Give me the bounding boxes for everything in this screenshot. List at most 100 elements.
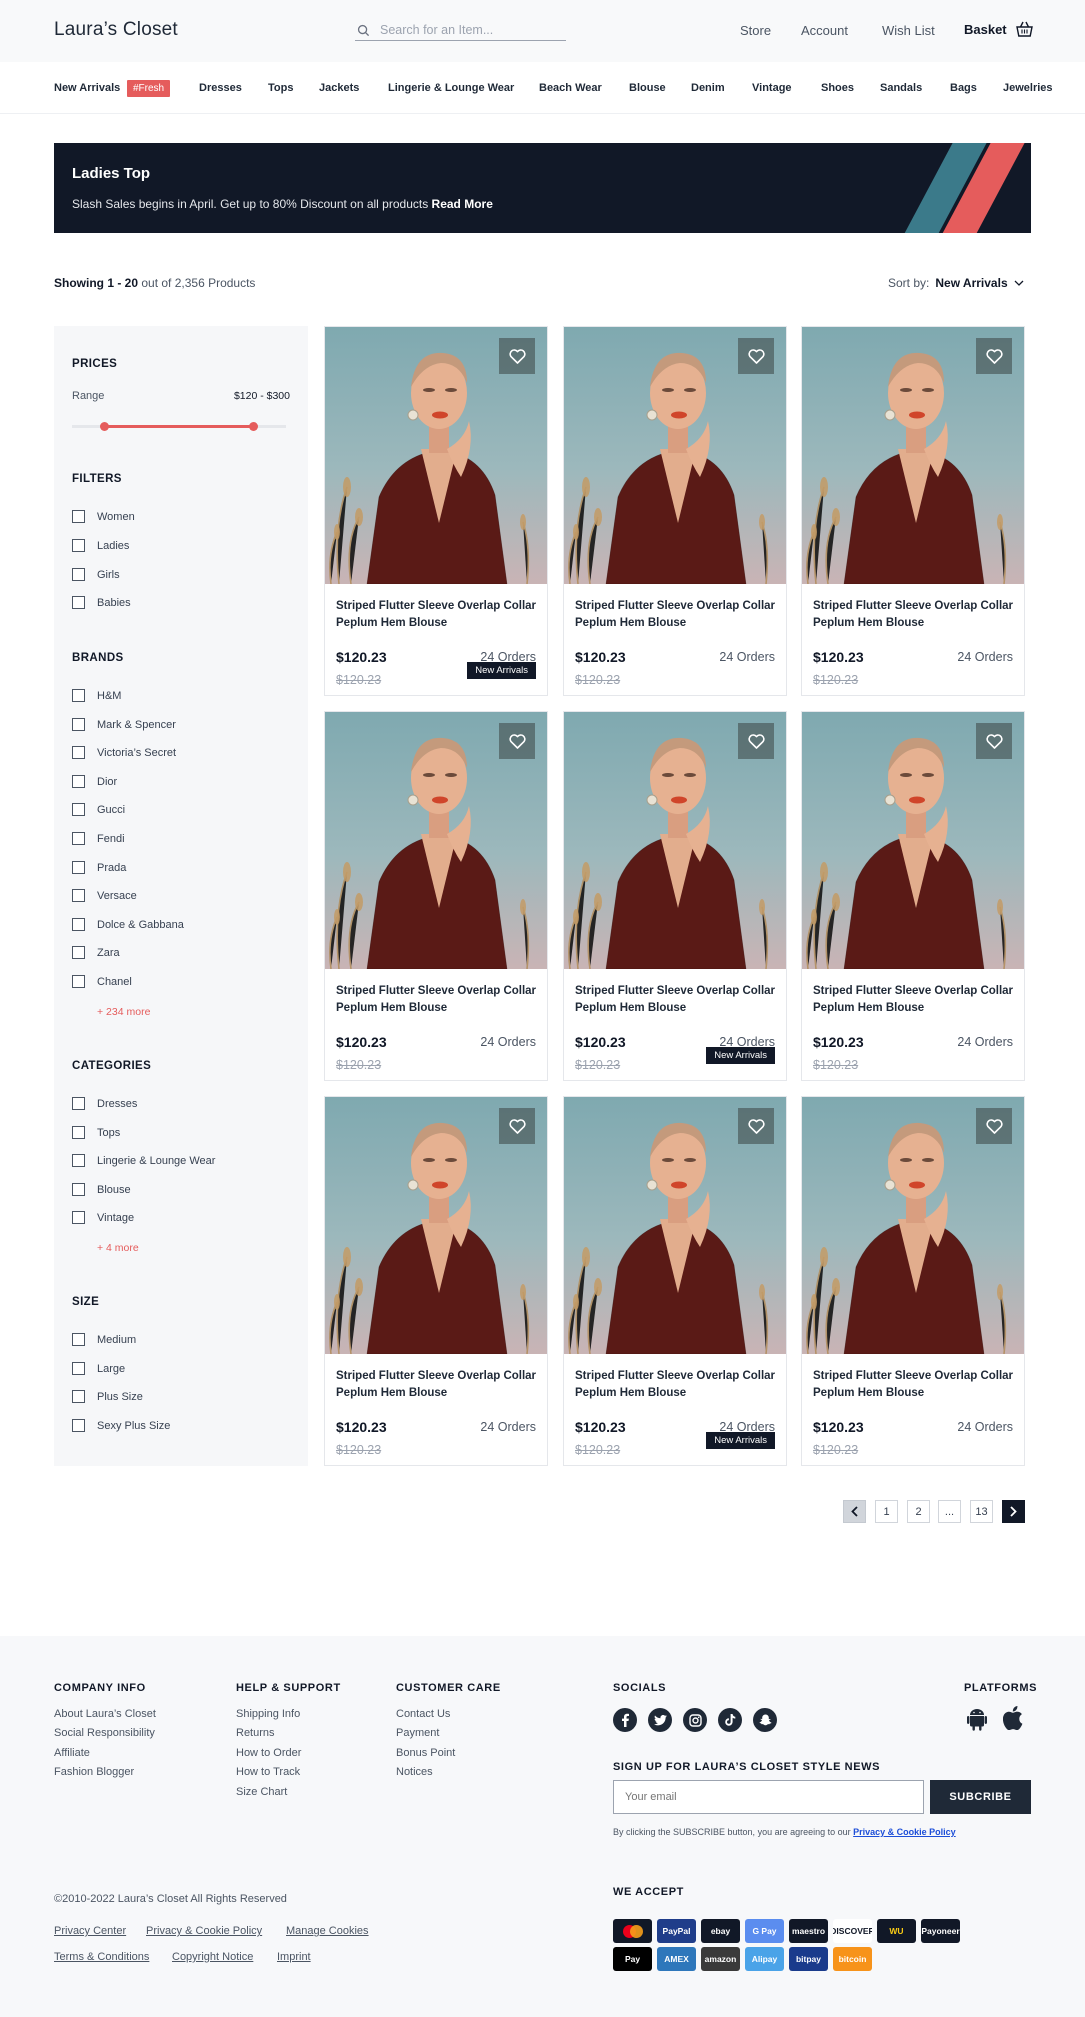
product-image-frame[interactable] bbox=[325, 712, 547, 969]
footer-link[interactable]: Bonus Point bbox=[396, 1747, 455, 1759]
product-card[interactable]: Striped Flutter Sleeve Overlap Collar Pe… bbox=[801, 711, 1025, 1081]
filter-checkbox-ladies[interactable]: Ladies bbox=[72, 539, 129, 552]
twitter-icon[interactable] bbox=[648, 1708, 672, 1732]
footer-link[interactable]: Notices bbox=[396, 1766, 433, 1778]
checkbox[interactable] bbox=[72, 803, 85, 816]
wishlist-button[interactable] bbox=[976, 1108, 1012, 1144]
wishlist-button[interactable] bbox=[738, 338, 774, 374]
category-jackets[interactable]: Jackets bbox=[319, 82, 359, 94]
footer-link[interactable]: Contact Us bbox=[396, 1708, 450, 1720]
footer-link[interactable]: Affiliate bbox=[54, 1747, 90, 1759]
product-image-frame[interactable] bbox=[325, 1097, 547, 1354]
nav-wish-list[interactable]: Wish List bbox=[882, 23, 935, 38]
checkbox[interactable] bbox=[72, 539, 85, 552]
footer-link[interactable]: Fashion Blogger bbox=[54, 1766, 134, 1778]
facebook-icon[interactable] bbox=[613, 1708, 637, 1732]
product-card[interactable]: Striped Flutter Sleeve Overlap Collar Pe… bbox=[563, 1096, 787, 1466]
checkbox[interactable] bbox=[72, 1419, 85, 1432]
brand-checkbox-prada[interactable]: Prada bbox=[72, 861, 126, 874]
footer-link[interactable]: How to Order bbox=[236, 1747, 301, 1759]
brand-checkbox-hm[interactable]: H&M bbox=[72, 689, 121, 702]
category-lingerie[interactable]: Lingerie & Lounge Wear bbox=[388, 82, 514, 94]
price-slider-low-handle[interactable] bbox=[99, 422, 109, 431]
product-image-frame[interactable] bbox=[564, 1097, 786, 1354]
brand-checkbox-victorias-secret[interactable]: Victoria’s Secret bbox=[72, 746, 176, 759]
checkbox[interactable] bbox=[72, 1390, 85, 1403]
checkbox[interactable] bbox=[72, 1154, 85, 1167]
category-dresses[interactable]: Dresses bbox=[199, 82, 242, 94]
brand-checkbox-mark-spencer[interactable]: Mark & Spencer bbox=[72, 718, 176, 731]
privacy-cookie-policy-link[interactable]: Privacy & Cookie Policy bbox=[146, 1925, 262, 1937]
product-title[interactable]: Striped Flutter Sleeve Overlap Collar Pe… bbox=[336, 1368, 541, 1402]
brand-checkbox-zara[interactable]: Zara bbox=[72, 946, 120, 959]
categories-more-link[interactable]: + 4 more bbox=[97, 1242, 139, 1254]
brand-checkbox-fendi[interactable]: Fendi bbox=[72, 832, 125, 845]
copyright-notice-link[interactable]: Copyright Notice bbox=[172, 1951, 253, 1963]
checkbox[interactable] bbox=[72, 596, 85, 609]
product-title[interactable]: Striped Flutter Sleeve Overlap Collar Pe… bbox=[813, 983, 1018, 1017]
basket-button[interactable]: Basket bbox=[964, 21, 1034, 38]
checkbox[interactable] bbox=[72, 889, 85, 902]
search-bar[interactable] bbox=[355, 20, 566, 41]
product-card[interactable]: Striped Flutter Sleeve Overlap Collar Pe… bbox=[324, 326, 548, 696]
wishlist-button[interactable] bbox=[499, 1108, 535, 1144]
brand-checkbox-gucci[interactable]: Gucci bbox=[72, 803, 125, 816]
checkbox[interactable] bbox=[72, 746, 85, 759]
product-image-frame[interactable] bbox=[564, 712, 786, 969]
wishlist-button[interactable] bbox=[499, 723, 535, 759]
tiktok-icon[interactable] bbox=[718, 1708, 742, 1732]
checkbox[interactable] bbox=[72, 1333, 85, 1346]
brand-checkbox-dolce-gabbana[interactable]: Dolce & Gabbana bbox=[72, 918, 184, 931]
category-vintage[interactable]: Vintage bbox=[752, 82, 792, 94]
checkbox[interactable] bbox=[72, 832, 85, 845]
footer-link[interactable]: Returns bbox=[236, 1727, 275, 1739]
instagram-icon[interactable] bbox=[683, 1708, 707, 1732]
read-more-link[interactable]: Read More bbox=[432, 197, 493, 211]
category-checkbox-dresses[interactable]: Dresses bbox=[72, 1097, 137, 1110]
checkbox[interactable] bbox=[72, 1211, 85, 1224]
product-title[interactable]: Striped Flutter Sleeve Overlap Collar Pe… bbox=[575, 1368, 780, 1402]
product-title[interactable]: Striped Flutter Sleeve Overlap Collar Pe… bbox=[575, 598, 780, 632]
product-card[interactable]: Striped Flutter Sleeve Overlap Collar Pe… bbox=[324, 711, 548, 1081]
product-card[interactable]: Striped Flutter Sleeve Overlap Collar Pe… bbox=[324, 1096, 548, 1466]
android-icon[interactable] bbox=[967, 1708, 987, 1731]
brand-checkbox-dior[interactable]: Dior bbox=[72, 775, 117, 788]
logo[interactable]: Laura’s Closet bbox=[54, 19, 178, 41]
checkbox[interactable] bbox=[72, 1097, 85, 1110]
footer-link[interactable]: About Laura’s Closet bbox=[54, 1708, 156, 1720]
category-checkbox-lingerie[interactable]: Lingerie & Lounge Wear bbox=[72, 1154, 215, 1167]
category-blouse[interactable]: Blouse bbox=[629, 82, 666, 94]
subscribe-button[interactable]: SUBCRIBE bbox=[930, 1780, 1031, 1814]
next-page-button[interactable] bbox=[1002, 1500, 1025, 1523]
product-title[interactable]: Striped Flutter Sleeve Overlap Collar Pe… bbox=[336, 598, 541, 632]
product-image-frame[interactable] bbox=[802, 712, 1024, 969]
checkbox[interactable] bbox=[72, 718, 85, 731]
brands-more-link[interactable]: + 234 more bbox=[97, 1006, 150, 1018]
apple-icon[interactable] bbox=[1003, 1706, 1023, 1730]
footer-link[interactable]: Payment bbox=[396, 1727, 439, 1739]
product-image-frame[interactable] bbox=[325, 327, 547, 584]
search-input[interactable] bbox=[380, 23, 560, 37]
sort-dropdown[interactable]: Sort by: New Arrivals bbox=[888, 276, 1024, 290]
checkbox[interactable] bbox=[72, 1126, 85, 1139]
price-slider[interactable] bbox=[72, 422, 286, 431]
product-title[interactable]: Striped Flutter Sleeve Overlap Collar Pe… bbox=[575, 983, 780, 1017]
checkbox[interactable] bbox=[72, 861, 85, 874]
snapchat-icon[interactable] bbox=[753, 1708, 777, 1732]
email-field[interactable] bbox=[613, 1780, 924, 1814]
filter-checkbox-women[interactable]: Women bbox=[72, 510, 135, 523]
category-denim[interactable]: Denim bbox=[691, 82, 725, 94]
checkbox[interactable] bbox=[72, 918, 85, 931]
category-shoes[interactable]: Shoes bbox=[821, 82, 854, 94]
wishlist-button[interactable] bbox=[499, 338, 535, 374]
category-tops[interactable]: Tops bbox=[268, 82, 293, 94]
product-title[interactable]: Striped Flutter Sleeve Overlap Collar Pe… bbox=[336, 983, 541, 1017]
filter-checkbox-babies[interactable]: Babies bbox=[72, 596, 131, 609]
category-checkbox-vintage[interactable]: Vintage bbox=[72, 1211, 134, 1224]
checkbox[interactable] bbox=[72, 568, 85, 581]
footer-link[interactable]: Shipping Info bbox=[236, 1708, 300, 1720]
brand-checkbox-versace[interactable]: Versace bbox=[72, 889, 137, 902]
product-image-frame[interactable] bbox=[802, 327, 1024, 584]
product-card[interactable]: Striped Flutter Sleeve Overlap Collar Pe… bbox=[801, 326, 1025, 696]
category-bags[interactable]: Bags bbox=[950, 82, 977, 94]
